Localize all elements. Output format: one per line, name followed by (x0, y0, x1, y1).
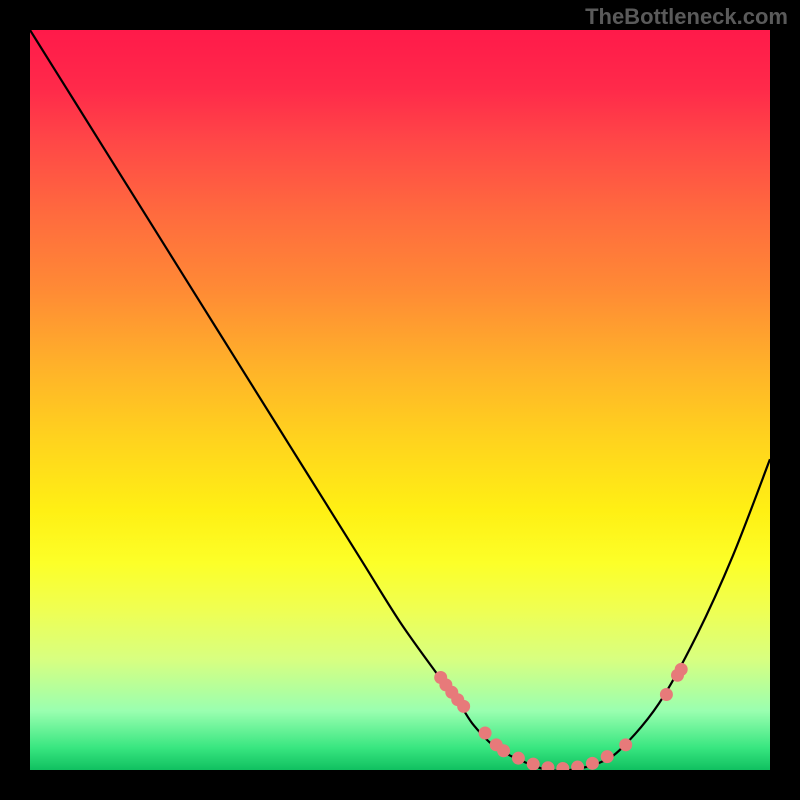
highlight-marker (586, 757, 599, 770)
watermark-text: TheBottleneck.com (585, 4, 788, 30)
highlight-marker (601, 750, 614, 763)
bottleneck-curve-line (30, 30, 770, 770)
chart-svg (30, 30, 770, 770)
highlight-marker (619, 738, 632, 751)
chart-plot-area (30, 30, 770, 770)
highlight-marker (497, 744, 510, 757)
highlight-marker (660, 688, 673, 701)
highlight-marker (542, 761, 555, 770)
highlight-marker (556, 762, 569, 770)
highlight-marker (512, 752, 525, 765)
highlight-marker (479, 727, 492, 740)
highlight-marker (571, 761, 584, 770)
highlight-marker (457, 700, 470, 713)
highlight-marker (527, 758, 540, 770)
highlight-marker (675, 663, 688, 676)
